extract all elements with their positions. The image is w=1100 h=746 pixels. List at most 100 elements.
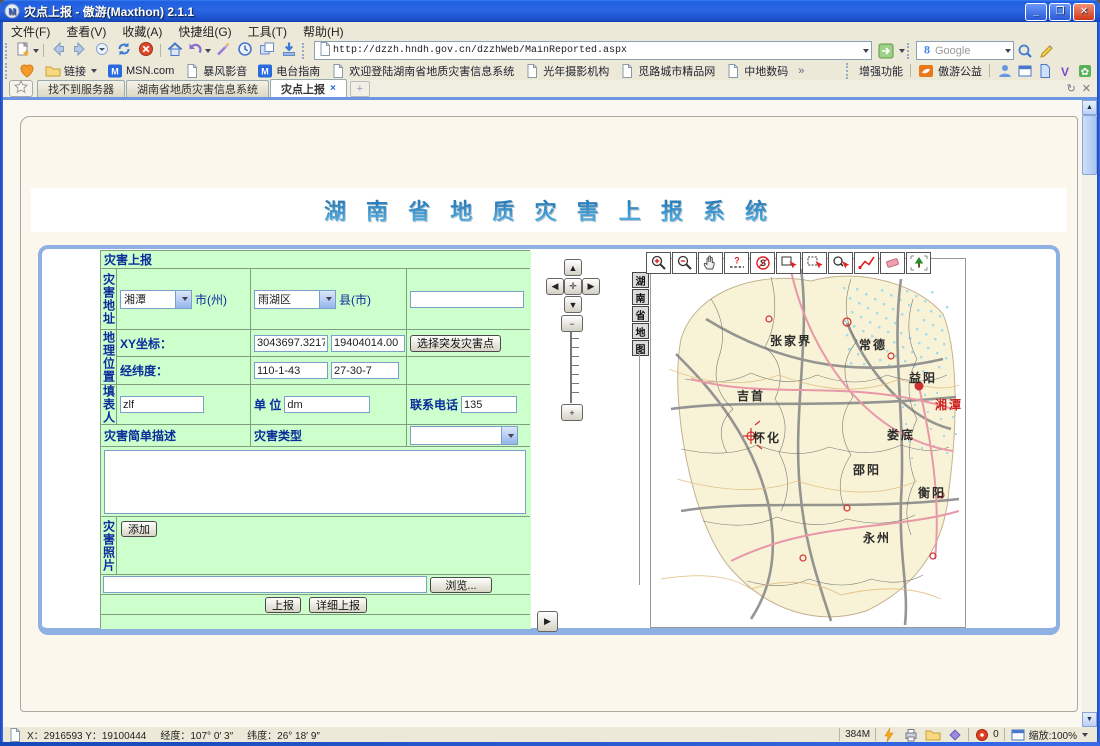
close-button[interactable]: ✕ bbox=[1073, 3, 1095, 21]
back-button[interactable] bbox=[47, 41, 69, 60]
zoom-out-step-button[interactable]: − bbox=[561, 315, 583, 332]
history-dropdown-button[interactable] bbox=[91, 41, 113, 60]
bookmarks-overflow-button[interactable]: » bbox=[793, 65, 809, 77]
forward-button[interactable] bbox=[69, 41, 91, 60]
favorites-heart-button[interactable] bbox=[14, 63, 40, 79]
phone-input[interactable] bbox=[461, 396, 517, 413]
bookmark-item-3[interactable]: 欢迎登陆湖南省地质灾害信息系统 bbox=[325, 63, 519, 79]
popup-blocker-icon[interactable] bbox=[974, 727, 990, 743]
user-icon[interactable] bbox=[997, 63, 1013, 79]
menu-item-2[interactable]: 收藏(A) bbox=[114, 22, 170, 41]
chevron-down-icon[interactable] bbox=[33, 49, 39, 53]
window-icon[interactable] bbox=[1017, 63, 1033, 79]
pan-hand-button[interactable] bbox=[698, 252, 723, 274]
select-rect-button[interactable] bbox=[776, 252, 801, 274]
bookmark-item-5[interactable]: 觅路城市精品网 bbox=[614, 63, 720, 79]
go-button[interactable] bbox=[875, 41, 897, 60]
title-bar[interactable]: M 灾点上报 - 傲游(Maxthon) 2.1.1 _ ❐ ✕ bbox=[0, 0, 1100, 22]
layer-tile-1[interactable]: 南 bbox=[632, 289, 649, 305]
highlight-button[interactable] bbox=[1036, 41, 1058, 60]
full-extent-button[interactable] bbox=[906, 252, 931, 274]
close-tab-icon[interactable]: × bbox=[330, 83, 336, 94]
pan-center-button[interactable]: ✛ bbox=[564, 278, 582, 295]
tab-refresh-icon[interactable]: ↻ bbox=[1067, 82, 1076, 95]
address-bar[interactable]: http://dzzh.hndh.gov.cn/dzzhWeb/MainRepo… bbox=[314, 41, 872, 60]
screen-capture-button[interactable] bbox=[256, 41, 278, 60]
printer-icon[interactable] bbox=[903, 727, 919, 743]
folder-icon[interactable] bbox=[925, 727, 941, 743]
clear-select-button[interactable]: S bbox=[750, 252, 775, 274]
refresh-button[interactable] bbox=[113, 41, 135, 60]
magic-wand-button[interactable] bbox=[212, 41, 234, 60]
home-button[interactable] bbox=[164, 41, 186, 60]
chevron-down-icon[interactable] bbox=[205, 49, 211, 53]
county-select[interactable]: 雨湖区 bbox=[254, 290, 336, 309]
reporter-name-input[interactable] bbox=[120, 396, 204, 413]
menu-item-5[interactable]: 帮助(H) bbox=[295, 22, 352, 41]
pan-left-button[interactable]: ◀ bbox=[546, 278, 564, 295]
tab-2[interactable]: 灾点上报× bbox=[270, 79, 347, 97]
chevron-down-icon[interactable] bbox=[863, 49, 869, 53]
tab-0[interactable]: 找不到服务器 bbox=[37, 80, 125, 97]
menu-item-0[interactable]: 文件(F) bbox=[3, 22, 58, 41]
measure-button[interactable]: ? bbox=[724, 252, 749, 274]
chevron-down-icon[interactable] bbox=[1005, 49, 1011, 53]
draw-line-button[interactable] bbox=[854, 252, 879, 274]
eraser-button[interactable] bbox=[880, 252, 905, 274]
new-tab-button[interactable]: + bbox=[350, 81, 370, 97]
zoom-out-button[interactable] bbox=[672, 252, 697, 274]
layer-tile-0[interactable]: 湖 bbox=[632, 272, 649, 288]
status-zoom[interactable]: 缩放:100% bbox=[1004, 728, 1093, 741]
scroll-down-icon[interactable]: ▼ bbox=[1082, 712, 1097, 727]
new-page-button[interactable] bbox=[14, 41, 40, 60]
address-detail-input[interactable] bbox=[410, 291, 524, 308]
zoom-in-step-button[interactable]: + bbox=[561, 404, 583, 421]
city-select[interactable]: 湘潭 bbox=[120, 290, 192, 309]
layer-tile-3[interactable]: 地 bbox=[632, 323, 649, 339]
map-area[interactable]: 张家界常德益阳湘潭吉首怀化娄底邵阳衡阳永州 bbox=[650, 258, 966, 628]
pan-up-button[interactable]: ▲ bbox=[564, 259, 582, 276]
zoom-box-button[interactable] bbox=[828, 252, 853, 274]
chevron-down-icon[interactable] bbox=[899, 49, 905, 53]
lightning-icon[interactable] bbox=[881, 727, 897, 743]
bookmark-item-4[interactable]: 光年摄影机构 bbox=[519, 63, 614, 79]
bookmark-item-1[interactable]: 暴风影音 bbox=[179, 63, 252, 79]
maximize-button[interactable]: ❐ bbox=[1049, 3, 1071, 21]
layer-tile-4[interactable]: 图 bbox=[632, 340, 649, 356]
add-photo-button[interactable]: 添加 bbox=[121, 521, 157, 537]
bookmark-item-0[interactable]: MMSN.com bbox=[102, 63, 179, 79]
unit-input[interactable] bbox=[284, 396, 370, 413]
detail-submit-button[interactable]: 详细上报 bbox=[309, 597, 367, 613]
search-button[interactable] bbox=[1014, 41, 1036, 60]
search-input[interactable]: 8Google bbox=[916, 41, 1014, 60]
blue-page-icon[interactable] bbox=[1037, 63, 1053, 79]
pan-right-button[interactable]: ▶ bbox=[582, 278, 600, 295]
scroll-thumb[interactable] bbox=[1082, 115, 1097, 175]
diamond-icon[interactable] bbox=[947, 727, 963, 743]
description-textarea[interactable] bbox=[104, 450, 526, 514]
pan-down-button[interactable]: ▼ bbox=[564, 296, 582, 313]
menu-item-1[interactable]: 查看(V) bbox=[58, 22, 114, 41]
pick-disaster-point-button[interactable]: 选择突发灾害点 bbox=[410, 335, 501, 352]
undo-button[interactable] bbox=[186, 41, 212, 60]
enhance-features-button[interactable]: 增强功能 bbox=[859, 63, 903, 79]
latitude-input[interactable] bbox=[331, 362, 399, 379]
menu-item-4[interactable]: 工具(T) bbox=[240, 22, 295, 41]
photo-file-input[interactable] bbox=[103, 576, 427, 593]
plugin-icon[interactable]: ✿ bbox=[1077, 63, 1093, 79]
submit-button[interactable]: 上报 bbox=[265, 597, 301, 613]
links-folder-button[interactable]: 链接 bbox=[40, 63, 102, 79]
minimize-button[interactable]: _ bbox=[1025, 3, 1047, 21]
vertical-scrollbar[interactable]: ▲ ▼ bbox=[1082, 100, 1097, 727]
bookmark-item-6[interactable]: 中地数码 bbox=[720, 63, 793, 79]
stop-button[interactable] bbox=[135, 41, 157, 60]
download-button[interactable] bbox=[278, 41, 300, 60]
v-badge-icon[interactable]: V bbox=[1057, 63, 1073, 79]
menu-item-3[interactable]: 快捷组(G) bbox=[170, 22, 239, 41]
collapse-panel-button[interactable]: ▶ bbox=[537, 611, 558, 632]
x-coordinate-input[interactable] bbox=[254, 335, 328, 352]
zoom-in-button[interactable] bbox=[646, 252, 671, 274]
unselect-rect-button[interactable] bbox=[802, 252, 827, 274]
tab-list-star-button[interactable] bbox=[9, 80, 33, 97]
y-coordinate-input[interactable] bbox=[331, 335, 405, 352]
